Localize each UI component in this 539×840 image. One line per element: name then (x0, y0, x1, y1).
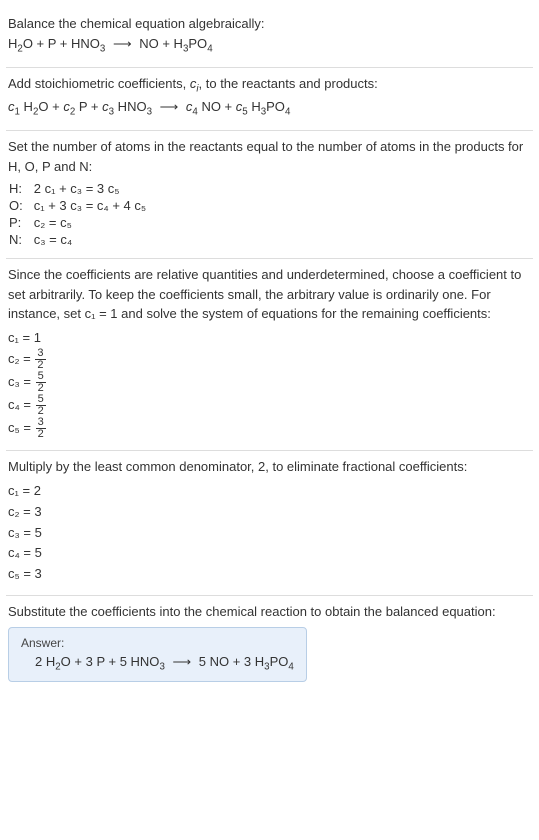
coeff-line: c₃ = 5 (8, 523, 531, 544)
eq-row: N: c₃ = c₄ (8, 231, 147, 248)
coeff-list: c₁ = 2 c₂ = 3 c₃ = 5 c₄ = 5 c₅ = 3 (8, 481, 531, 585)
reactant-text: O + P + HNO (23, 36, 100, 51)
unbalanced-equation: H2O + P + HNO3 ⟶ NO + H3PO4 (8, 34, 531, 57)
text: O + (38, 99, 63, 114)
lhs: c₃ (34, 232, 46, 247)
equation: c₂ = c₅ (33, 214, 147, 231)
element-label: P: (8, 214, 33, 231)
equation: c₁ + 3 c₃ = c₄ + 4 c₅ (33, 197, 147, 214)
section-stoichiometric: Add stoichiometric coefficients, ci, to … (6, 68, 533, 131)
product-text: NO + H (139, 36, 183, 51)
eq-row: P: c₂ = c₅ (8, 214, 147, 231)
equals: = (46, 232, 61, 247)
fraction: 52 (36, 371, 46, 394)
section-solve: Since the coefficients are relative quan… (6, 259, 533, 451)
sub: 4 (288, 662, 293, 673)
text: HNO (114, 99, 147, 114)
text: H (20, 99, 33, 114)
coeff-line: c₂ = 32 (8, 348, 531, 371)
stoich-text: Add stoichiometric coefficients, ci, to … (8, 74, 531, 97)
text: , to the reactants and products: (199, 76, 378, 91)
denominator: 2 (36, 429, 46, 440)
reactant-text: H (8, 36, 17, 51)
section-atom-balance: Set the number of atoms in the reactants… (6, 131, 533, 259)
text: Add stoichiometric coefficients, (8, 76, 190, 91)
equation: 2 c₁ + c₃ = 3 c₅ (33, 180, 147, 197)
equals: = (82, 198, 97, 213)
balanced-equation: 2 H2O + 3 P + 5 HNO3 ⟶ 5 NO + 3 H3PO4 (21, 650, 294, 673)
coeff-label: c₅ = (8, 420, 35, 435)
element-label: N: (8, 231, 33, 248)
solve-text: Since the coefficients are relative quan… (8, 265, 531, 324)
text: PO (266, 99, 285, 114)
answer-label: Answer: (21, 636, 294, 650)
text: 5 NO + 3 H (199, 654, 264, 669)
sub: 3 (147, 107, 152, 118)
rhs: c₄ + 4 c₅ (97, 198, 146, 213)
lhs: c₁ + 3 c₃ (34, 198, 82, 213)
arrow: ⟶ (169, 654, 196, 669)
eq-row: O: c₁ + 3 c₃ = c₄ + 4 c₅ (8, 197, 147, 214)
worked-solution: Balance the chemical equation algebraica… (0, 0, 539, 700)
element-label: O: (8, 197, 33, 214)
balance-text: Set the number of atoms in the reactants… (8, 137, 531, 176)
arrow: ⟶ (109, 36, 136, 51)
coeff-line: c₄ = 52 (8, 394, 531, 417)
rhs: c₄ (60, 232, 72, 247)
text: PO (270, 654, 289, 669)
rhs: 3 c₅ (97, 181, 120, 196)
coeff-line: c₁ = 1 (8, 328, 531, 349)
sub: 3 (159, 662, 164, 673)
coeff-line: c₁ = 2 (8, 481, 531, 502)
problem-title: Balance the chemical equation algebraica… (8, 14, 531, 34)
coeff-label: c₃ = (8, 374, 35, 389)
eq-row: H: 2 c₁ + c₃ = 3 c₅ (8, 180, 147, 197)
text: H (248, 99, 261, 114)
text: 2 H (35, 654, 55, 669)
coeff-line: c₄ = 5 (8, 543, 531, 564)
coeff-line: c₃ = 52 (8, 371, 531, 394)
text: NO + (198, 99, 236, 114)
answer-box: Answer: 2 H2O + 3 P + 5 HNO3 ⟶ 5 NO + 3 … (8, 627, 307, 682)
equals: = (82, 181, 97, 196)
lcd-text: Multiply by the least common denominator… (8, 457, 531, 477)
equals: = (45, 215, 60, 230)
element-label: H: (8, 180, 33, 197)
equation: c₃ = c₄ (33, 231, 147, 248)
balance-equations: H: 2 c₁ + c₃ = 3 c₅ O: c₁ + 3 c₃ = c₄ + … (8, 180, 147, 248)
lhs: 2 c₁ + c₃ (34, 181, 82, 196)
lhs: c₂ (34, 215, 46, 230)
fraction: 32 (36, 417, 46, 440)
text: P + (75, 99, 102, 114)
coeff-label: c₂ = (8, 351, 34, 366)
sub: 4 (285, 107, 290, 118)
arrow: ⟶ (156, 99, 183, 114)
fraction: 32 (35, 348, 45, 371)
coeff-equation: c1 H2O + c2 P + c3 HNO3 ⟶ c4 NO + c5 H3P… (8, 97, 531, 120)
section-lcd: Multiply by the least common denominator… (6, 451, 533, 595)
substitute-text: Substitute the coefficients into the che… (8, 602, 531, 622)
coeff-line: c₂ = 3 (8, 502, 531, 523)
subscript: 4 (207, 43, 212, 54)
coeff-label: c₄ = (8, 397, 35, 412)
coeff-line: c₅ = 3 (8, 564, 531, 585)
section-problem: Balance the chemical equation algebraica… (6, 8, 533, 68)
text: O + 3 P + 5 HNO (61, 654, 160, 669)
section-answer: Substitute the coefficients into the che… (6, 596, 533, 692)
rhs: c₅ (60, 215, 72, 230)
subscript: 3 (100, 43, 105, 54)
coeff-list: c₁ = 1 c₂ = 32 c₃ = 52 c₄ = 52 c₅ = 32 (8, 328, 531, 441)
product-text: PO (188, 36, 207, 51)
coeff-line: c₅ = 32 (8, 417, 531, 440)
fraction: 52 (36, 394, 46, 417)
